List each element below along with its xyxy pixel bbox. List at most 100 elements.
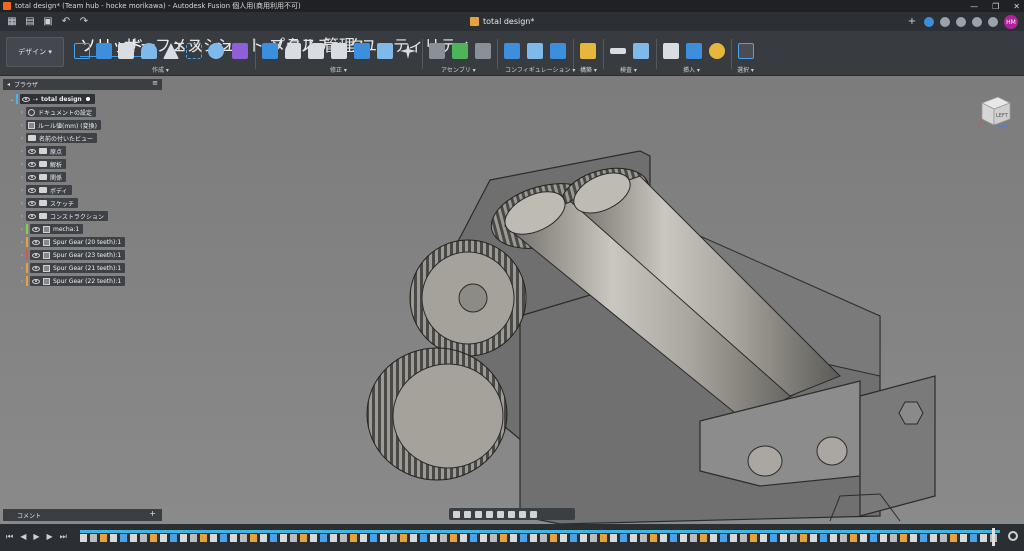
timeline-feature-icon[interactable] (810, 534, 817, 542)
workspace-switcher-button[interactable]: デザイン ▾ (6, 37, 64, 67)
expand-arrow-icon[interactable]: › (18, 200, 26, 207)
timeline-feature-icon[interactable] (380, 534, 387, 542)
timeline-feature-icon[interactable] (430, 534, 437, 542)
timeline-feature-icon[interactable] (500, 534, 507, 542)
timeline-feature-icon[interactable] (530, 534, 537, 542)
tree-item-spur-gear-22[interactable]: › Spur Gear (22 teeth):1 (18, 276, 126, 286)
timeline-feature-icon[interactable] (640, 534, 647, 542)
new-component-icon[interactable] (429, 43, 445, 59)
timeline-feature-icon[interactable] (570, 534, 577, 542)
timeline-feature-icon[interactable] (880, 534, 887, 542)
modify-group-label[interactable]: 修正 ▾ (330, 65, 347, 74)
create-sketch-icon[interactable] (74, 43, 90, 59)
timeline-feature-icon[interactable] (260, 534, 267, 542)
timeline-feature-icon[interactable] (650, 534, 657, 542)
tree-item-analysis[interactable]: › 解析 (18, 159, 67, 169)
timeline-next-button[interactable]: ▶ (47, 532, 53, 542)
visibility-eye-icon[interactable] (32, 239, 40, 245)
grid-settings-icon[interactable] (519, 510, 526, 518)
timeline-feature-icon[interactable] (360, 534, 367, 542)
timeline-feature-icon[interactable] (590, 534, 597, 542)
expand-arrow-icon[interactable]: › (18, 161, 26, 168)
timeline-feature-icon[interactable] (610, 534, 617, 542)
visibility-eye-icon[interactable] (32, 252, 40, 258)
box-icon[interactable] (118, 43, 134, 59)
tree-item-named-views[interactable]: › 名前の付いたビュー (18, 133, 98, 143)
timeline-prev-button[interactable]: ◀ (20, 532, 26, 542)
timeline-play-button[interactable]: ▶ (33, 532, 39, 542)
timeline-feature-icon[interactable] (680, 534, 687, 542)
grid-menu-icon[interactable]: ▦ (6, 16, 18, 28)
timeline-marker[interactable] (992, 528, 995, 546)
timeline-feature-icon[interactable] (940, 534, 947, 542)
press-pull-icon[interactable] (262, 43, 278, 59)
viewports-icon[interactable] (530, 510, 537, 518)
timeline-feature-icon[interactable] (450, 534, 457, 542)
timeline-feature-icon[interactable] (760, 534, 767, 542)
timeline-feature-icon[interactable] (410, 534, 417, 542)
tree-item-spur-gear-21[interactable]: › Spur Gear (21 teeth):1 (18, 263, 126, 273)
timeline-feature-icon[interactable] (860, 534, 867, 542)
timeline-feature-icon[interactable] (440, 534, 447, 542)
visibility-eye-icon[interactable] (32, 226, 40, 232)
timeline-feature-icon[interactable] (540, 534, 547, 542)
timeline-feature-icon[interactable] (690, 534, 697, 542)
timeline-feature-icon[interactable] (460, 534, 467, 542)
form-icon[interactable] (232, 43, 248, 59)
pan-icon[interactable] (475, 510, 482, 518)
construct-group-label[interactable]: 構築 ▾ (580, 65, 597, 74)
revolve-icon[interactable] (141, 43, 157, 59)
timeline-feature-icon[interactable] (660, 534, 667, 542)
file-icon[interactable]: ▤ (24, 16, 36, 28)
timeline-feature-icon[interactable] (350, 534, 357, 542)
configuration-rule-icon[interactable] (550, 43, 566, 59)
maximize-button[interactable]: ❐ (992, 2, 999, 11)
extensions-icon[interactable] (924, 17, 934, 27)
timeline-feature-icon[interactable] (90, 534, 97, 542)
timeline-feature-icon[interactable] (930, 534, 937, 542)
tree-root[interactable]: ⌄ ⇢ total design (8, 94, 95, 104)
tree-item-mecha[interactable]: › mecha:1 (18, 224, 84, 234)
timeline-feature-icon[interactable] (980, 534, 987, 542)
tree-item-spur-gear-20[interactable]: › Spur Gear (20 teeth):1 (18, 237, 126, 247)
rectangular-pattern-icon[interactable] (208, 43, 224, 59)
timeline-feature-icon[interactable] (330, 534, 337, 542)
timeline-feature-icon[interactable] (150, 534, 157, 542)
look-at-icon[interactable] (464, 510, 471, 518)
inspect-group-label[interactable]: 検査 ▾ (620, 65, 637, 74)
timeline-feature-icon[interactable] (490, 534, 497, 542)
insert-group-label[interactable]: 挿入 ▾ (683, 65, 700, 74)
timeline-feature-icon[interactable] (400, 534, 407, 542)
new-tab-icon[interactable]: + (906, 16, 918, 28)
help-icon[interactable] (988, 17, 998, 27)
timeline-feature-icon[interactable] (130, 534, 137, 542)
timeline-feature-icon[interactable] (320, 534, 327, 542)
interference-icon[interactable] (633, 43, 649, 59)
redo-icon[interactable]: ↷ (78, 16, 90, 28)
timeline-feature-icon[interactable] (280, 534, 287, 542)
visibility-eye-icon[interactable] (28, 213, 36, 219)
fit-icon[interactable] (497, 510, 504, 518)
combine-icon[interactable] (354, 43, 370, 59)
timeline-first-button[interactable]: ⏮ (6, 532, 13, 542)
timeline-feature-icon[interactable] (780, 534, 787, 542)
timeline-feature-icon[interactable] (830, 534, 837, 542)
expand-arrow-icon[interactable]: › (18, 226, 26, 233)
expand-arrow-icon[interactable]: › (18, 213, 26, 220)
timeline-feature-icon[interactable] (870, 534, 877, 542)
timeline-feature-icon[interactable] (960, 534, 967, 542)
tree-item-sketches[interactable]: › スケッチ (18, 198, 79, 208)
tree-item-spur-gear-23[interactable]: › Spur Gear (23 teeth):1 (18, 250, 126, 260)
timeline-feature-icon[interactable] (370, 534, 377, 542)
insert-canvas-icon[interactable] (686, 43, 702, 59)
browser-panel-header[interactable]: ◂ ブラウザ ≡ (3, 79, 162, 90)
undo-icon[interactable]: ↶ (60, 16, 72, 28)
timeline-feature-icon[interactable] (850, 534, 857, 542)
expand-arrow-icon[interactable]: › (18, 187, 26, 194)
timeline-feature-icon[interactable] (840, 534, 847, 542)
visibility-eye-icon[interactable] (28, 200, 36, 206)
timeline-feature-icon[interactable] (100, 534, 107, 542)
timeline-feature-icon[interactable] (600, 534, 607, 542)
timeline-feature-icon[interactable] (190, 534, 197, 542)
timeline-feature-icon[interactable] (240, 534, 247, 542)
